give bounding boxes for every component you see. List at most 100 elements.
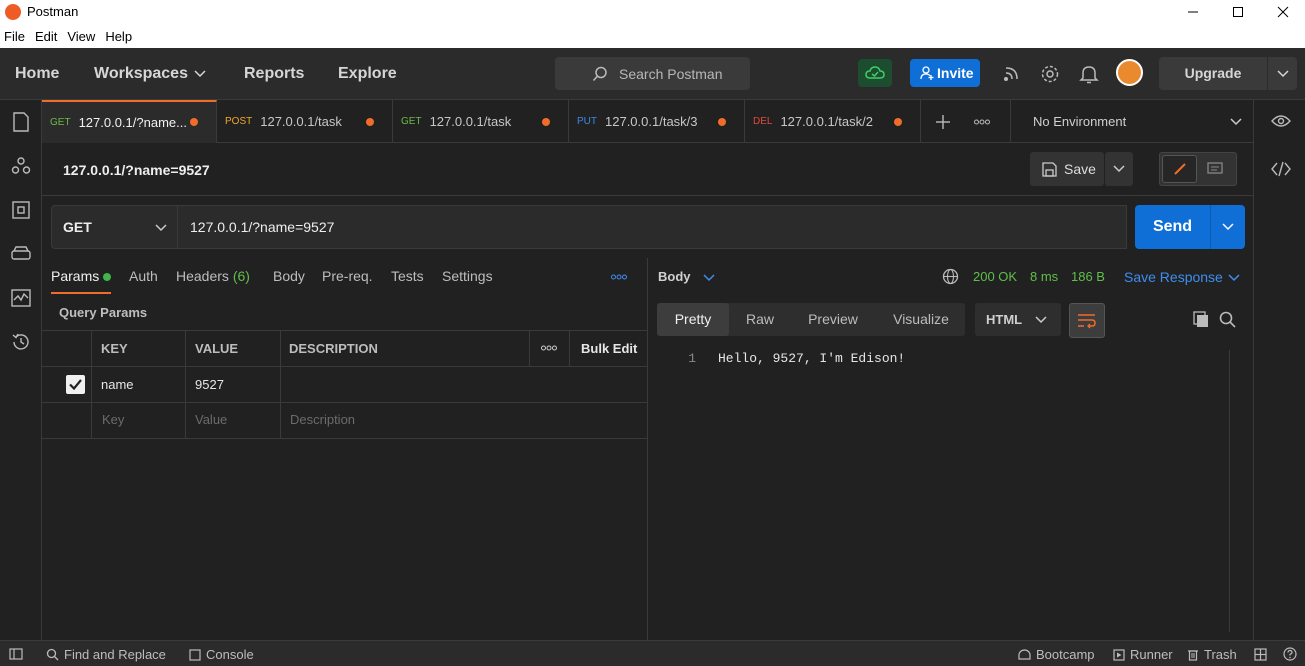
minimize-icon[interactable] (1170, 0, 1216, 24)
tab-prereq[interactable]: Pre-req. (322, 268, 373, 284)
environments-icon[interactable] (10, 199, 32, 221)
table-border (185, 330, 186, 438)
search-postman-input[interactable]: Search Postman (555, 57, 750, 90)
upgrade-button[interactable]: Upgrade (1159, 57, 1297, 90)
nav-home[interactable]: Home (15, 48, 59, 100)
nav-reports[interactable]: Reports (244, 48, 304, 100)
send-button[interactable]: Send (1135, 205, 1245, 249)
panel-divider[interactable] (647, 258, 648, 640)
help-icon[interactable] (1283, 647, 1297, 661)
more-options-icon[interactable] (611, 273, 627, 281)
bell-icon[interactable] (1078, 63, 1100, 85)
satellite-icon[interactable] (1000, 63, 1022, 85)
search-placeholder: Search Postman (619, 65, 723, 82)
trash-icon (1188, 650, 1198, 661)
scrollbar-track[interactable] (1229, 350, 1230, 632)
param-value[interactable]: 9527 (195, 377, 224, 392)
tab-request-4[interactable]: PUT 127.0.0.1/task/3 (569, 100, 745, 143)
headers-count: (6) (232, 268, 250, 284)
save-options-button[interactable] (1105, 152, 1133, 186)
tab-body[interactable]: Body (273, 268, 305, 284)
trash-button[interactable]: Trash (1187, 647, 1237, 662)
bootcamp-button[interactable]: Bootcamp (1018, 647, 1095, 662)
plus-icon[interactable] (935, 114, 951, 130)
url-input[interactable]: 127.0.0.1/?name=9527 (178, 205, 1127, 249)
wrap-lines-button[interactable] (1069, 303, 1105, 338)
comment-icon[interactable] (1207, 162, 1223, 176)
search-icon[interactable] (1219, 311, 1236, 328)
tab-request-2[interactable]: POST 127.0.0.1/task (217, 100, 393, 143)
response-body-viewer[interactable]: 1 Hello, 9527, I'm Edison! (657, 345, 1242, 635)
query-params-title: Query Params (59, 305, 148, 320)
avatar[interactable] (1116, 59, 1143, 86)
more-options-icon[interactable] (541, 344, 557, 352)
bootcamp-icon (1018, 648, 1031, 660)
chevron-down-icon (1230, 118, 1242, 126)
method-select[interactable]: GET (51, 205, 178, 249)
console-button[interactable]: Console (189, 647, 254, 662)
chevron-down-icon (155, 224, 167, 232)
menu-edit[interactable]: Edit (35, 29, 57, 44)
menu-help[interactable]: Help (105, 29, 132, 44)
collections-icon[interactable] (10, 111, 32, 133)
monitors-icon[interactable] (10, 287, 32, 309)
more-options-icon[interactable] (974, 118, 990, 126)
edit-mode-button[interactable] (1162, 155, 1197, 183)
tab-request-3[interactable]: GET 127.0.0.1/task (393, 100, 569, 143)
apis-icon[interactable] (10, 155, 32, 177)
column-header-value: VALUE (195, 341, 239, 356)
checkmark-icon (69, 379, 82, 391)
request-title[interactable]: 127.0.0.1/?name=9527 (63, 162, 210, 178)
tab-settings[interactable]: Settings (442, 268, 493, 284)
console-label: Console (206, 647, 254, 662)
param-key[interactable]: name (101, 377, 134, 392)
eye-icon[interactable] (1271, 113, 1291, 129)
chevron-down-icon[interactable] (1277, 69, 1289, 79)
menu-file[interactable]: File (4, 29, 25, 44)
tab-auth[interactable]: Auth (129, 268, 158, 284)
chevron-down-icon[interactable] (1222, 222, 1234, 232)
close-icon[interactable] (1260, 0, 1305, 24)
nav-workspaces[interactable]: Workspaces (94, 48, 188, 100)
tab-request-1[interactable]: GET 127.0.0.1/?name... (42, 100, 217, 143)
nav-workspaces-label: Workspaces (94, 65, 188, 82)
view-preview[interactable]: Preview (799, 303, 867, 336)
view-visualize[interactable]: Visualize (885, 303, 957, 336)
view-pretty[interactable]: Pretty (657, 303, 729, 336)
param-checkbox[interactable] (66, 375, 85, 394)
save-response-label: Save Response (1124, 269, 1223, 285)
language-select[interactable]: HTML (975, 303, 1061, 336)
environment-select[interactable]: No Environment (1010, 100, 1253, 143)
gear-icon[interactable] (1039, 63, 1061, 85)
menu-view[interactable]: View (67, 29, 95, 44)
cloud-sync-icon[interactable] (858, 59, 892, 87)
bulk-edit-link[interactable]: Bulk Edit (581, 341, 637, 356)
tab-request-5[interactable]: DEL 127.0.0.1/task/2 (745, 100, 921, 143)
find-replace-button[interactable]: Find and Replace (46, 647, 166, 662)
maximize-icon[interactable] (1215, 0, 1261, 24)
tab-method: PUT (577, 116, 597, 127)
code-icon[interactable] (1271, 161, 1291, 177)
two-pane-view-icon[interactable] (1254, 648, 1267, 661)
runner-button[interactable]: Runner (1113, 647, 1173, 662)
nav-explore[interactable]: Explore (338, 48, 397, 100)
toggle-sidebar-icon[interactable] (9, 648, 23, 660)
globe-icon[interactable] (942, 268, 959, 285)
description-input[interactable]: Description (290, 412, 355, 427)
column-header-description: DESCRIPTION (289, 341, 378, 356)
tab-headers[interactable]: Headers (6) (176, 268, 250, 284)
response-body-dropdown[interactable]: Body (658, 269, 691, 284)
status-bar: Find and Replace Console Bootcamp Runner… (0, 640, 1305, 666)
value-input[interactable]: Value (195, 412, 227, 427)
tab-tests[interactable]: Tests (391, 268, 424, 284)
tab-method: GET (401, 116, 422, 127)
key-input[interactable]: Key (102, 412, 124, 427)
history-icon[interactable] (10, 331, 32, 353)
tab-params[interactable]: Params (51, 268, 99, 284)
mock-servers-icon[interactable] (10, 243, 32, 265)
copy-icon[interactable] (1193, 311, 1210, 328)
save-button[interactable]: Save (1030, 152, 1104, 186)
save-response-button[interactable]: Save Response (1124, 269, 1223, 285)
invite-button[interactable]: Invite (910, 59, 980, 87)
view-raw[interactable]: Raw (735, 303, 785, 336)
